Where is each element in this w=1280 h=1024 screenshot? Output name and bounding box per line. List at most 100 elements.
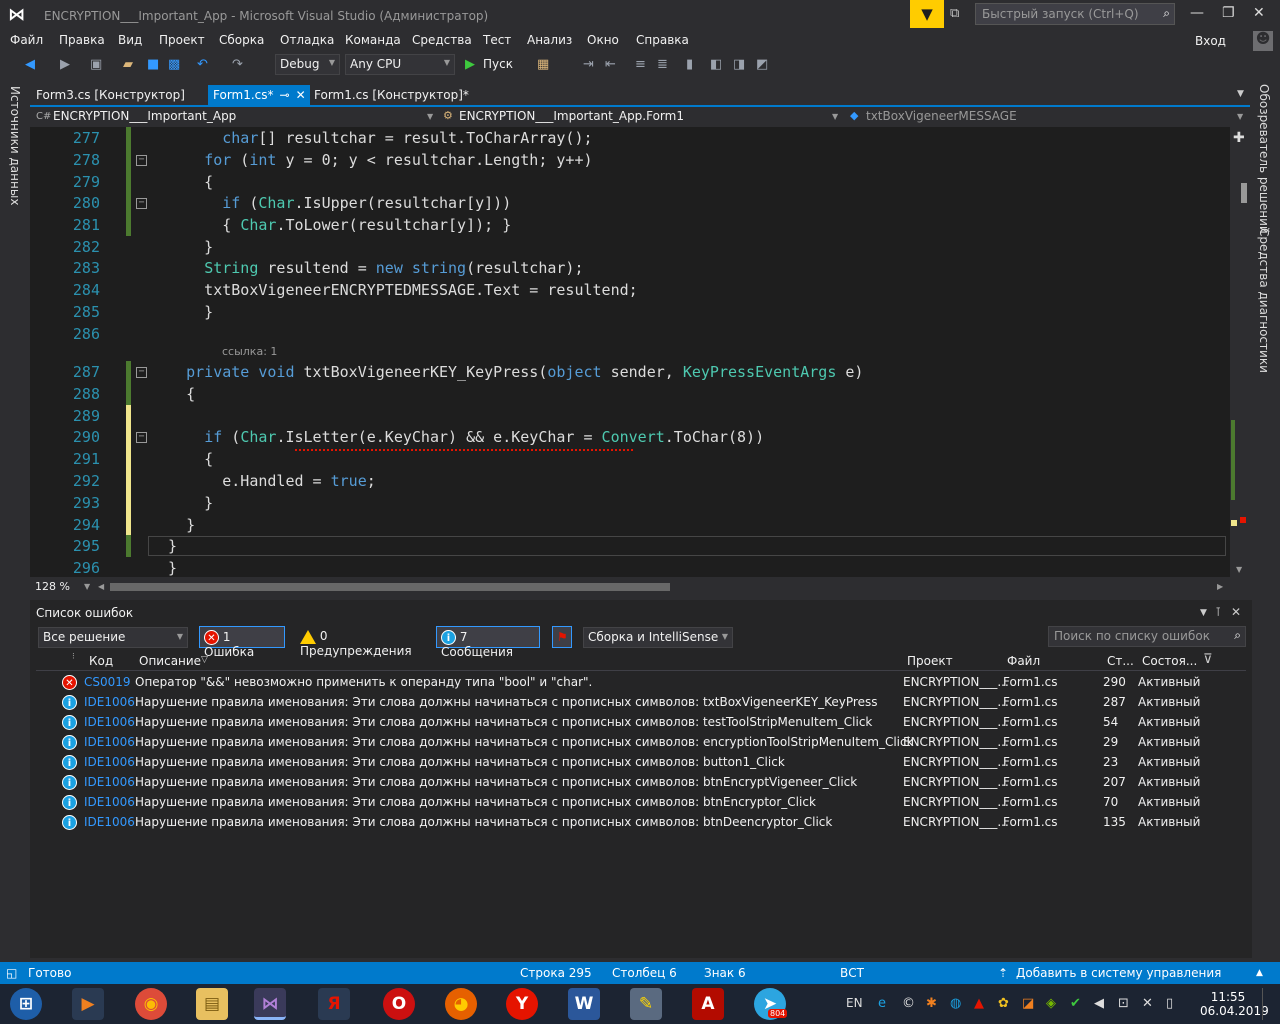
code-line[interactable]: }	[150, 516, 195, 534]
menu-tools[interactable]: Средства	[412, 33, 472, 47]
error-code[interactable]: IDE1006	[84, 775, 135, 789]
menu-analyze[interactable]: Анализ	[527, 33, 572, 47]
split-icon[interactable]: ✚	[1233, 130, 1245, 146]
menu-edit[interactable]: Правка	[59, 33, 105, 47]
error-code[interactable]: IDE1006	[84, 695, 135, 709]
save-all-icon[interactable]: ▩	[168, 57, 180, 72]
menu-project[interactable]: Проект	[159, 33, 205, 47]
tray-nvidia-icon[interactable]: ◈	[1046, 996, 1056, 1011]
tray-flag-icon[interactable]: ▯	[1166, 996, 1173, 1011]
zoom-level[interactable]: 128 %	[35, 580, 70, 593]
menu-test[interactable]: Тест	[483, 33, 511, 47]
platform-select[interactable]: Any CPU ▼	[345, 54, 455, 75]
filter-icon[interactable]: ⊽	[1203, 652, 1213, 667]
error-row[interactable]: i IDE1006 Нарушение правила именования: Эт…	[36, 713, 1246, 733]
tray-gear-icon[interactable]: ✿	[998, 996, 1009, 1011]
tab-form1-designer[interactable]: Form1.cs [Конструктор]*	[314, 88, 469, 102]
run-icon[interactable]: ▶	[465, 57, 475, 72]
language-indicator[interactable]: EN	[846, 996, 863, 1010]
tray-update-icon[interactable]: ✔	[1070, 996, 1081, 1011]
media-player-icon[interactable]: ▶	[72, 988, 104, 1020]
account-avatar-icon[interactable]: ☻	[1253, 31, 1273, 51]
error-code[interactable]: IDE1006	[84, 735, 135, 749]
error-row[interactable]: i IDE1006 Нарушение правила именования: Эт…	[36, 793, 1246, 813]
clear-bookmarks-icon[interactable]: ◩	[756, 57, 768, 72]
scroll-right-icon[interactable]: ▶	[1217, 582, 1223, 591]
tray-volume-icon[interactable]: ◀	[1094, 996, 1104, 1011]
close-panel-icon[interactable]: ✕	[1231, 605, 1241, 619]
minimize-button[interactable]: —	[1190, 5, 1204, 21]
code-line[interactable]: {	[150, 450, 213, 468]
config-select[interactable]: Debug ▼	[275, 54, 340, 75]
browser-link-icon[interactable]: ▦	[537, 57, 549, 72]
code-line[interactable]: if (Char.IsLetter(e.KeyChar) && e.KeyCha…	[150, 428, 764, 446]
firefox-icon[interactable]: ◕	[445, 988, 477, 1020]
feedback-filter-icon[interactable]: ▼	[910, 0, 944, 28]
comment-icon[interactable]: ≡	[635, 57, 646, 72]
code-line[interactable]: if (Char.IsUpper(resultchar[y]))	[150, 194, 511, 212]
source-select[interactable]: Сборка и IntelliSense ▼	[583, 627, 733, 648]
notifications-icon[interactable]: ⧉	[950, 6, 959, 21]
solution-explorer-tab[interactable]: Обозреватель решений	[1257, 84, 1271, 234]
tray-tool-icon[interactable]: ✱	[926, 996, 937, 1011]
col-state[interactable]: Состоя...	[1142, 654, 1197, 668]
diagnostic-tools-tab[interactable]: Средства диагностики	[1257, 228, 1271, 373]
menu-debug[interactable]: Отладка	[280, 33, 334, 47]
zoom-chevron-icon[interactable]: ▼	[84, 582, 90, 591]
tab-form1-cs[interactable]: Form1.cs* ⊸ ✕	[208, 85, 310, 106]
bookmark-icon[interactable]: ▮	[686, 57, 693, 72]
error-row[interactable]: i IDE1006 Нарушение правила именования: Эт…	[36, 813, 1246, 833]
pin-icon[interactable]: ⊺	[1215, 605, 1221, 619]
chevron-up-icon[interactable]: ▲	[1256, 968, 1263, 978]
menu-help[interactable]: Справка	[636, 33, 689, 47]
data-sources-tab[interactable]: Источники данных	[8, 86, 22, 205]
open-folder-icon[interactable]: ▰	[123, 57, 133, 72]
tab-form3-designer[interactable]: Form3.cs [Конструктор]	[36, 88, 185, 102]
menu-build[interactable]: Сборка	[219, 33, 264, 47]
step-icon[interactable]: ⇥	[583, 57, 594, 72]
tray-c-icon[interactable]: ©	[902, 996, 915, 1011]
pin-icon[interactable]: ⊸	[280, 88, 290, 102]
editor-vertical-scrollbar[interactable]	[1230, 127, 1250, 577]
menu-file[interactable]: Файл	[10, 33, 43, 47]
uncomment-icon[interactable]: ≣	[657, 57, 668, 72]
file-explorer-icon[interactable]: ▤	[196, 988, 228, 1020]
close-tab-icon[interactable]: ✕	[296, 88, 306, 102]
error-row[interactable]: i IDE1006 Нарушение правила именования: Эт…	[36, 753, 1246, 773]
member-dropdown[interactable]: txtBoxVigeneerMESSAGE	[866, 109, 1017, 123]
code-line[interactable]: char[] resultchar = result.ToCharArray()…	[150, 129, 592, 147]
scroll-thumb[interactable]	[1241, 183, 1247, 203]
project-dropdown[interactable]: ENCRYPTION___Important_App	[53, 109, 236, 123]
start-button-icon[interactable]: ⊞	[10, 988, 42, 1020]
warnings-filter-button[interactable]: 0 Предупреждения	[296, 626, 426, 658]
build-filter-icon[interactable]: ⚑	[552, 626, 572, 648]
collapse-icon[interactable]: −	[136, 367, 147, 378]
error-code[interactable]: CS0019	[84, 675, 131, 689]
yandex-browser-icon[interactable]: Я	[318, 988, 350, 1020]
back-icon[interactable]: ◀	[25, 57, 35, 72]
error-code[interactable]: IDE1006	[84, 795, 135, 809]
maximize-button[interactable]: ❐	[1222, 5, 1235, 21]
error-row[interactable]: i IDE1006 Нарушение правила именования: Эт…	[36, 733, 1246, 753]
clock[interactable]: 11:55 06.04.2019	[1200, 990, 1269, 1018]
tray-network-icon[interactable]: ⊡	[1118, 996, 1129, 1011]
undo-icon[interactable]: ↶	[197, 57, 208, 72]
code-line[interactable]: private void txtBoxVigeneerKEY_KeyPress(…	[150, 363, 863, 381]
code-line[interactable]: for (int y = 0; y < resultchar.Length; y…	[150, 151, 592, 169]
collapse-icon[interactable]: −	[136, 198, 147, 209]
scope-select[interactable]: Все решение ▼	[38, 627, 188, 648]
chrome-icon[interactable]: ◉	[135, 988, 167, 1020]
code-line[interactable]: }	[150, 303, 213, 321]
chevron-down-icon[interactable]: ▼	[1237, 112, 1243, 121]
code-line[interactable]: }	[150, 494, 213, 512]
login-link[interactable]: Вход	[1195, 34, 1226, 48]
save-icon[interactable]: ■	[147, 57, 159, 72]
messages-filter-button[interactable]: i 7 Сообщения	[436, 626, 540, 659]
scroll-down-icon[interactable]: ▼	[1236, 565, 1242, 574]
error-row[interactable]: ✕ CS0019 Оператор "&&" невозможно применит…	[36, 673, 1246, 693]
codelens-reference[interactable]: ссылка: 1	[222, 345, 277, 358]
forward-icon[interactable]: ▶	[60, 57, 70, 72]
opera-icon[interactable]: O	[383, 988, 415, 1020]
chevron-down-icon[interactable]: ▼	[832, 112, 838, 121]
new-project-icon[interactable]: ▣	[90, 57, 102, 72]
